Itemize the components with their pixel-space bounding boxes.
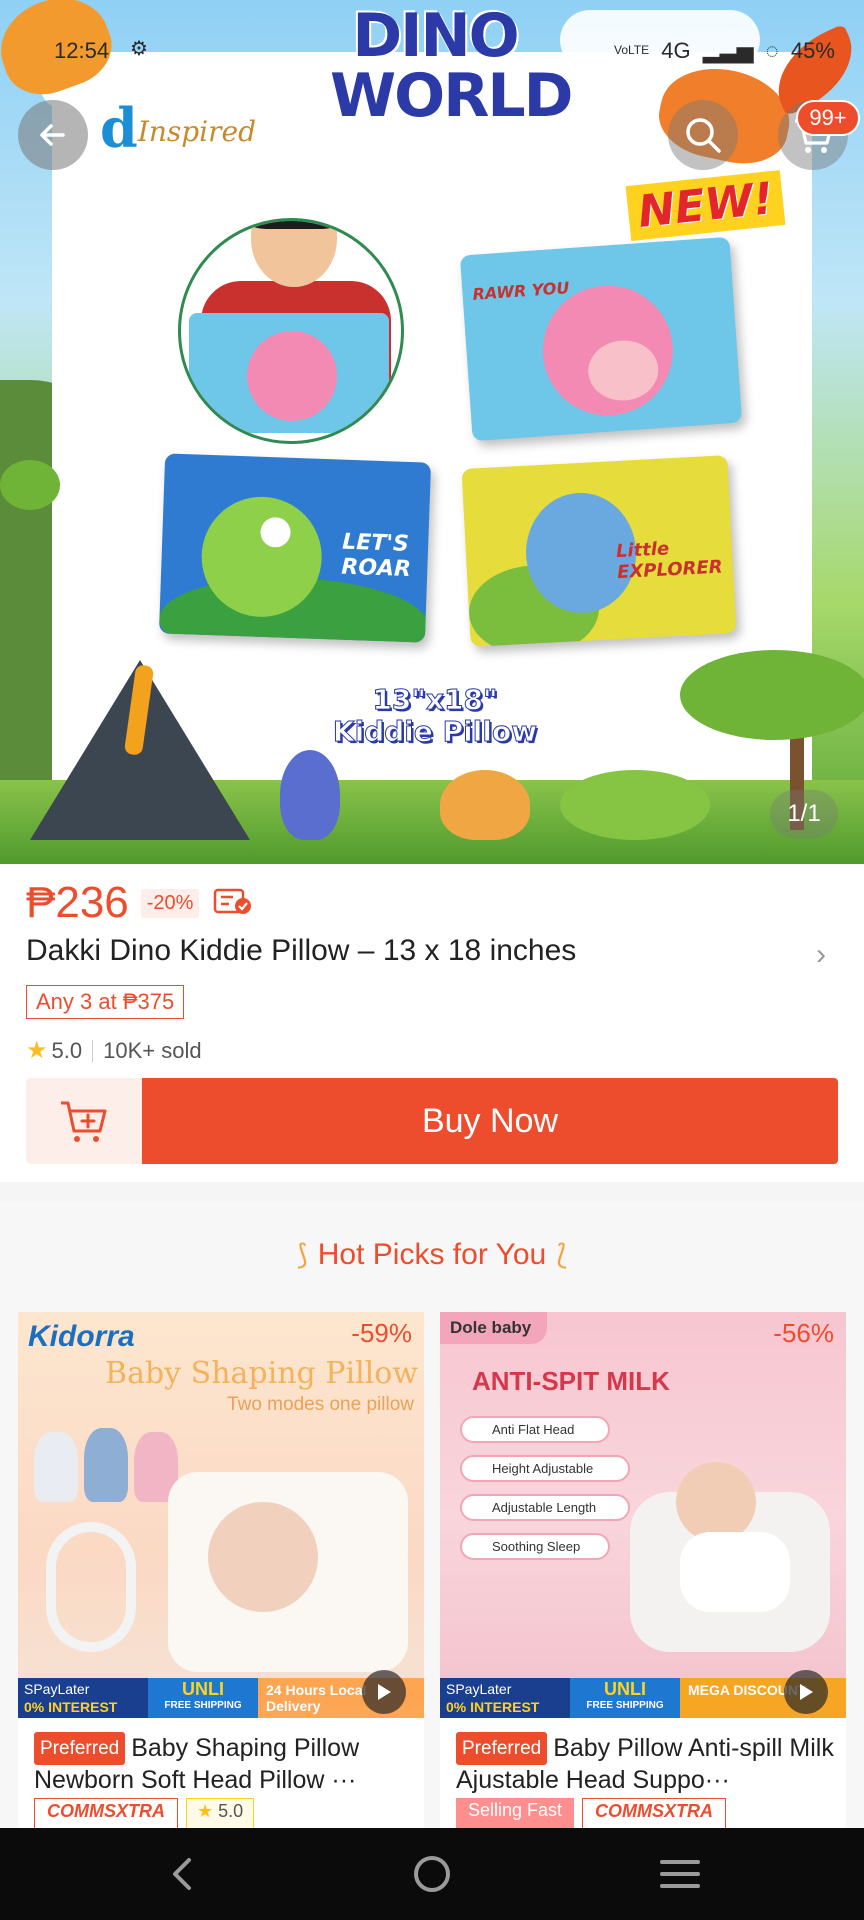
bundle-deal-tag[interactable]: Any 3 at ₱375 — [26, 985, 185, 1019]
nav-back-button[interactable] — [152, 1850, 212, 1898]
battery-percent: 45% — [790, 38, 835, 63]
discount-badge: -20% — [140, 888, 200, 918]
card-title: Preferred Baby Pillow Anti-spill Milk Aju… — [456, 1732, 834, 1794]
home-nav-icon — [414, 1856, 450, 1892]
settings-gear-icon: ⚙ — [130, 38, 148, 60]
card-discount: -56% — [773, 1318, 834, 1348]
unli-badge: UNLI FREE SHIPPING — [148, 1678, 258, 1718]
pillow-lets-roar: LET'S ROAR — [158, 453, 432, 643]
dino-orange-decoration — [440, 770, 530, 840]
nav-recents-button[interactable] — [650, 1850, 710, 1898]
image-headline: ANTI-SPIT MILK — [472, 1366, 670, 1396]
card-brand: Kidorra — [28, 1320, 135, 1353]
hot-picks-section: ⟆ Hot Picks for You ⟅ Kidorra -59% Baby Sh… — [0, 1202, 864, 1832]
card-badges: Selling Fast COMMSXTRA — [456, 1798, 727, 1832]
sold-count: 10K+ sold — [103, 1037, 202, 1063]
status-bar: 12:54 ⚙ VoLTE 4G ▂▃▅ ◌ 45% — [0, 30, 864, 70]
tree-decoration — [680, 650, 864, 740]
preferred-tag: Preferred — [456, 1732, 548, 1765]
selling-fast-tag: Selling Fast — [456, 1798, 575, 1832]
sparkle-left-icon: ⟆ — [296, 1239, 308, 1270]
bush-decoration — [0, 460, 60, 510]
cart-count-badge: 99+ — [796, 100, 860, 136]
sparkle-right-icon: ⟅ — [556, 1239, 568, 1270]
star-icon: ★ — [26, 1037, 48, 1064]
search-icon — [686, 118, 721, 153]
play-video-button[interactable] — [362, 1670, 406, 1714]
dino-blue-decoration — [280, 750, 340, 840]
volte-icon: VoLTE — [614, 43, 650, 57]
product-card[interactable]: Dole baby -56% ANTI-SPIT MILK Anti Flat … — [440, 1312, 846, 1832]
system-navigation-bar — [0, 1828, 864, 1920]
preferred-tag: Preferred — [34, 1732, 126, 1765]
play-icon — [800, 1684, 813, 1700]
feature-list: Anti Flat Head Height Adjustable Adjusta… — [460, 1416, 630, 1560]
status-indicators: VoLTE 4G ▂▃▅ ◌ 45% — [614, 38, 841, 64]
status-time: 12:54 — [54, 38, 110, 63]
back-nav-icon — [173, 1858, 191, 1890]
chevron-right-icon[interactable]: › — [816, 938, 826, 972]
back-arrow-icon — [40, 124, 65, 146]
divider — [92, 1039, 94, 1062]
play-icon — [378, 1684, 391, 1700]
product-info-section: ₱236 -20% Dakki Dino Kiddie Pillow – 13 … — [0, 864, 864, 1182]
rating-value: 5.0 — [51, 1037, 83, 1063]
add-to-cart-icon — [61, 1101, 107, 1142]
spaylater-badge: SPayLater 0% INTEREST — [18, 1678, 148, 1718]
kid-photo-circle — [178, 218, 404, 444]
network-type: 4G — [661, 38, 691, 63]
image-counter: 1/1 — [770, 790, 838, 838]
card-brand: Dole baby — [440, 1312, 548, 1344]
rating-tag: ★ 5.0 — [186, 1798, 255, 1832]
buy-now-button[interactable]: Buy Now — [142, 1078, 838, 1164]
product-image-carousel[interactable]: DINO WORLD dInspired NEW! RAWR YOU LET'S… — [0, 0, 864, 864]
recents-nav-icon — [660, 1860, 700, 1888]
size-label: 13"x18" Kiddie Pillow — [332, 683, 538, 748]
hot-picks-header: ⟆ Hot Picks for You ⟅ — [296, 1238, 568, 1271]
image-subline: Two modes one pillow — [227, 1394, 414, 1415]
nav-home-button[interactable] — [402, 1850, 462, 1898]
card-title: Preferred Baby Shaping Pillow Newborn Sof… — [34, 1732, 360, 1794]
signal-icon: ▂▃▅ — [702, 38, 754, 63]
commsxtra-tag: COMMSXTRA — [34, 1798, 178, 1832]
voucher-icon[interactable] — [213, 886, 253, 921]
add-to-cart-button[interactable] — [26, 1078, 142, 1164]
product-card-image: Kidorra -59% Baby Shaping Pillow Two mod… — [18, 1312, 424, 1718]
product-card-image: Dole baby -56% ANTI-SPIT MILK Anti Flat … — [440, 1312, 846, 1718]
spaylater-badge: SPayLater 0% INTEREST — [440, 1678, 570, 1718]
commsxtra-tag: COMMSXTRA — [582, 1798, 727, 1832]
unli-badge: UNLI FREE SHIPPING — [570, 1678, 680, 1718]
image-headline: Baby Shaping Pillow — [105, 1356, 418, 1391]
search-button[interactable] — [668, 100, 738, 170]
play-video-button[interactable] — [784, 1670, 828, 1714]
battery-icon: ◌ — [765, 38, 779, 63]
price-row: ₱236 -20% — [26, 878, 253, 928]
rating-row: ★ 5.0 10K+ sold — [26, 1036, 202, 1065]
card-badges: COMMSXTRA ★ 5.0 — [34, 1798, 255, 1832]
product-title[interactable]: Dakki Dino Kiddie Pillow – 13 x 18 inche… — [26, 934, 576, 968]
product-card[interactable]: Kidorra -59% Baby Shaping Pillow Two mod… — [18, 1312, 424, 1832]
back-button[interactable] — [18, 100, 88, 170]
pillow-little-explorer: Little EXPLORER — [461, 455, 737, 647]
product-page: DINO WORLD dInspired NEW! RAWR YOU LET'S… — [0, 0, 864, 1920]
pillow-rawr: RAWR YOU — [459, 236, 743, 442]
product-price: ₱236 — [26, 878, 129, 927]
bush-decoration — [560, 770, 710, 840]
brand-logo: dInspired — [100, 96, 256, 160]
card-discount: -59% — [351, 1318, 412, 1348]
